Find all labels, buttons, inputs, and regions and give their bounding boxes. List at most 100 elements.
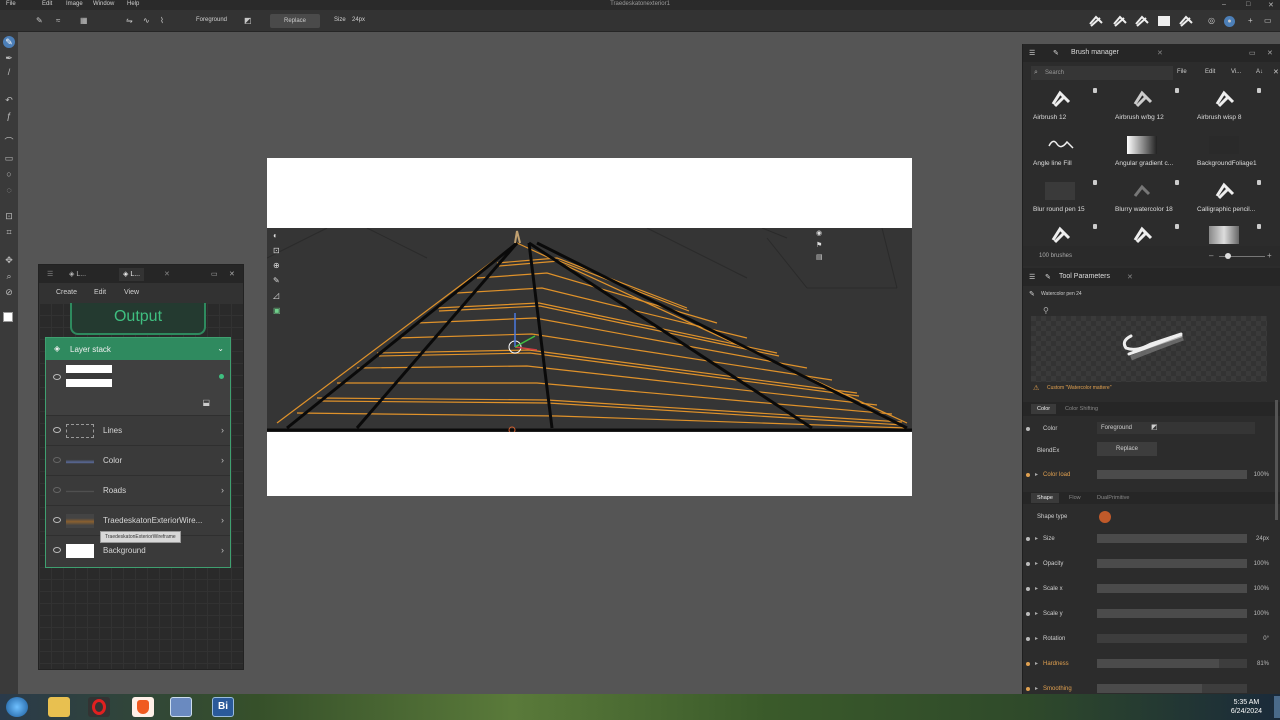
brush-airbrush-12[interactable]: Airbrush 12 bbox=[1025, 86, 1107, 132]
panel-close-icon[interactable]: ✕ bbox=[1267, 49, 1273, 57]
draw-icon[interactable]: ✎ bbox=[273, 273, 285, 288]
expand-icon[interactable]: ▸ bbox=[1035, 560, 1038, 567]
app-window-icon[interactable] bbox=[170, 697, 192, 717]
tab-flow[interactable]: Flow bbox=[1069, 495, 1081, 501]
link-dot-icon[interactable] bbox=[1026, 427, 1030, 431]
brush-row-partial-2[interactable] bbox=[1107, 222, 1189, 244]
sort-button[interactable]: A↓ bbox=[1256, 69, 1263, 75]
blend-replace-button[interactable]: Replace bbox=[1097, 442, 1157, 456]
layer-row-lines[interactable]: Lines › bbox=[46, 416, 230, 446]
link-dot-icon[interactable] bbox=[1026, 587, 1030, 591]
brush-thumb-icon[interactable]: ▦ bbox=[80, 16, 88, 25]
layer-mask-icon[interactable]: ⬓ bbox=[202, 398, 210, 407]
chevron-right-icon[interactable]: › bbox=[221, 485, 224, 495]
panel-menu-icon[interactable]: ☰ bbox=[43, 268, 57, 281]
minimize-icon[interactable]: – bbox=[1222, 1, 1226, 8]
param-slider[interactable] bbox=[1097, 609, 1247, 618]
brush-menu-view[interactable]: Vi... bbox=[1231, 69, 1241, 75]
param-slider[interactable] bbox=[1097, 634, 1247, 643]
lasso-tool-icon[interactable]: ○ bbox=[3, 168, 15, 180]
brush-airbrush-wisp-8[interactable]: Airbrush wisp 8 bbox=[1189, 86, 1271, 132]
tab-dual-primitive[interactable]: DualPrimitive bbox=[1097, 495, 1129, 501]
menu-create[interactable]: Create bbox=[56, 289, 77, 296]
zoom-out-icon[interactable]: – bbox=[1209, 251, 1213, 260]
file-explorer-icon[interactable] bbox=[48, 697, 70, 717]
visibility-eye-icon[interactable] bbox=[53, 374, 61, 380]
swap-colors-icon[interactable]: ◩ bbox=[244, 16, 252, 25]
panel-close-icon[interactable]: ✕ bbox=[225, 268, 239, 281]
expand-icon[interactable]: ▸ bbox=[1035, 635, 1038, 642]
chevron-right-icon[interactable]: › bbox=[221, 515, 224, 525]
layer-row-roads[interactable]: Roads › bbox=[46, 476, 230, 506]
panel-menu-icon[interactable]: ☰ bbox=[1029, 273, 1035, 281]
brush-angle-line-fill[interactable]: Angle line Fill bbox=[1025, 132, 1107, 178]
chevron-down-icon[interactable]: ⌄ bbox=[217, 344, 224, 353]
param-slider[interactable] bbox=[1097, 659, 1247, 668]
brush-search-input[interactable]: Search bbox=[1031, 66, 1173, 80]
dock-icon[interactable]: ▭ bbox=[1264, 16, 1272, 25]
frame-icon[interactable]: ⊡ bbox=[273, 243, 285, 258]
wave-icon[interactable]: ∿ bbox=[143, 16, 150, 25]
function-tool-icon[interactable]: ƒ bbox=[3, 110, 15, 122]
foreground-color-swatch[interactable] bbox=[3, 312, 13, 322]
link-dot-icon[interactable] bbox=[1026, 537, 1030, 541]
3d-viewport[interactable]: ◐ ⊡ ⊕ ✎ ◿ ▣ ◉ ⚑ ▤ bbox=[267, 228, 912, 432]
brush-blur-round-pen[interactable]: Blur round pen 15 bbox=[1025, 178, 1107, 224]
link-dot-icon[interactable] bbox=[1026, 662, 1030, 666]
brush-background-foliage[interactable]: BackgroundFoliage1 bbox=[1189, 132, 1271, 178]
link-dot-icon[interactable] bbox=[1026, 562, 1030, 566]
undo-tool-icon[interactable]: ↶ bbox=[3, 94, 15, 106]
brush-preset-5-icon[interactable] bbox=[1178, 14, 1194, 28]
chevron-right-icon[interactable]: › bbox=[221, 545, 224, 555]
close-icon[interactable]: ✕ bbox=[1268, 1, 1274, 9]
brush-tool-icon[interactable]: ✎ bbox=[3, 36, 15, 48]
tab-color-shifting[interactable]: Color Shifting bbox=[1065, 406, 1098, 412]
account-icon[interactable]: ● bbox=[1224, 16, 1235, 27]
crop-tool-icon[interactable]: ⌗ bbox=[3, 226, 15, 238]
link-dot-icon[interactable] bbox=[1026, 473, 1030, 477]
pen-icon[interactable]: ✎ bbox=[36, 16, 43, 25]
move-tool-icon[interactable]: ✥ bbox=[3, 254, 15, 266]
link-dot-icon[interactable] bbox=[1026, 637, 1030, 641]
color-dropdown[interactable]: Foreground bbox=[1097, 422, 1255, 434]
expand-icon[interactable]: ▸ bbox=[1035, 660, 1038, 667]
show-desktop-button[interactable] bbox=[1274, 696, 1280, 718]
menu-edit-layers[interactable]: Edit bbox=[94, 289, 106, 296]
color-load-slider[interactable] bbox=[1097, 470, 1247, 479]
chevron-right-icon[interactable]: › bbox=[221, 455, 224, 465]
panel-menu-icon[interactable]: ☰ bbox=[1029, 49, 1035, 57]
tab-color[interactable]: Color bbox=[1031, 404, 1057, 414]
panel-maximize-icon[interactable]: ▭ bbox=[1249, 49, 1256, 57]
scrollbar[interactable] bbox=[1275, 400, 1278, 520]
panel-maximize-icon[interactable]: ▭ bbox=[207, 268, 222, 281]
swap-colors-icon[interactable]: ◩ bbox=[1151, 423, 1158, 431]
param-slider[interactable] bbox=[1097, 684, 1247, 693]
blend-target-label[interactable]: Foreground bbox=[196, 17, 227, 23]
pencil-tool-icon[interactable]: / bbox=[3, 66, 15, 78]
system-clock[interactable]: 5:35 AM 6/24/2024 bbox=[1231, 698, 1262, 716]
canvas-top-area[interactable] bbox=[267, 158, 912, 228]
brush-calligraphic-pencil[interactable]: Calligraphic pencil... bbox=[1189, 178, 1271, 224]
chevron-right-icon[interactable]: › bbox=[221, 425, 224, 435]
param-slider[interactable] bbox=[1097, 534, 1247, 543]
tab-close-icon[interactable]: ✕ bbox=[160, 268, 174, 281]
transform-tool-icon[interactable]: ⊡ bbox=[3, 210, 15, 222]
bi-app-icon[interactable]: Bi bbox=[212, 697, 234, 717]
zoom-in-icon[interactable]: + bbox=[1267, 251, 1272, 260]
close-tab-icon[interactable]: ✕ bbox=[1127, 273, 1133, 281]
layer-row-color[interactable]: Color › bbox=[46, 446, 230, 476]
link-dot-icon[interactable] bbox=[1026, 612, 1030, 616]
close-tab-icon[interactable]: ✕ bbox=[1157, 49, 1163, 57]
render-icon[interactable]: ⚑ bbox=[816, 240, 828, 252]
visibility-eye-icon[interactable] bbox=[53, 517, 61, 523]
settings-icon[interactable]: ◎ bbox=[1208, 16, 1215, 25]
visibility-eye-icon[interactable] bbox=[53, 457, 61, 463]
orbit-icon[interactable]: ⊕ bbox=[273, 258, 285, 273]
brush-preset-2-icon[interactable] bbox=[1112, 14, 1128, 28]
light-icon[interactable]: ◉ bbox=[816, 228, 828, 240]
measure-icon[interactable]: ◿ bbox=[273, 288, 285, 303]
expand-icon[interactable]: ▸ bbox=[1035, 471, 1038, 478]
start-button[interactable] bbox=[6, 697, 28, 717]
expand-icon[interactable]: ▸ bbox=[1035, 585, 1038, 592]
brush-preset-4-icon[interactable] bbox=[1156, 14, 1172, 28]
